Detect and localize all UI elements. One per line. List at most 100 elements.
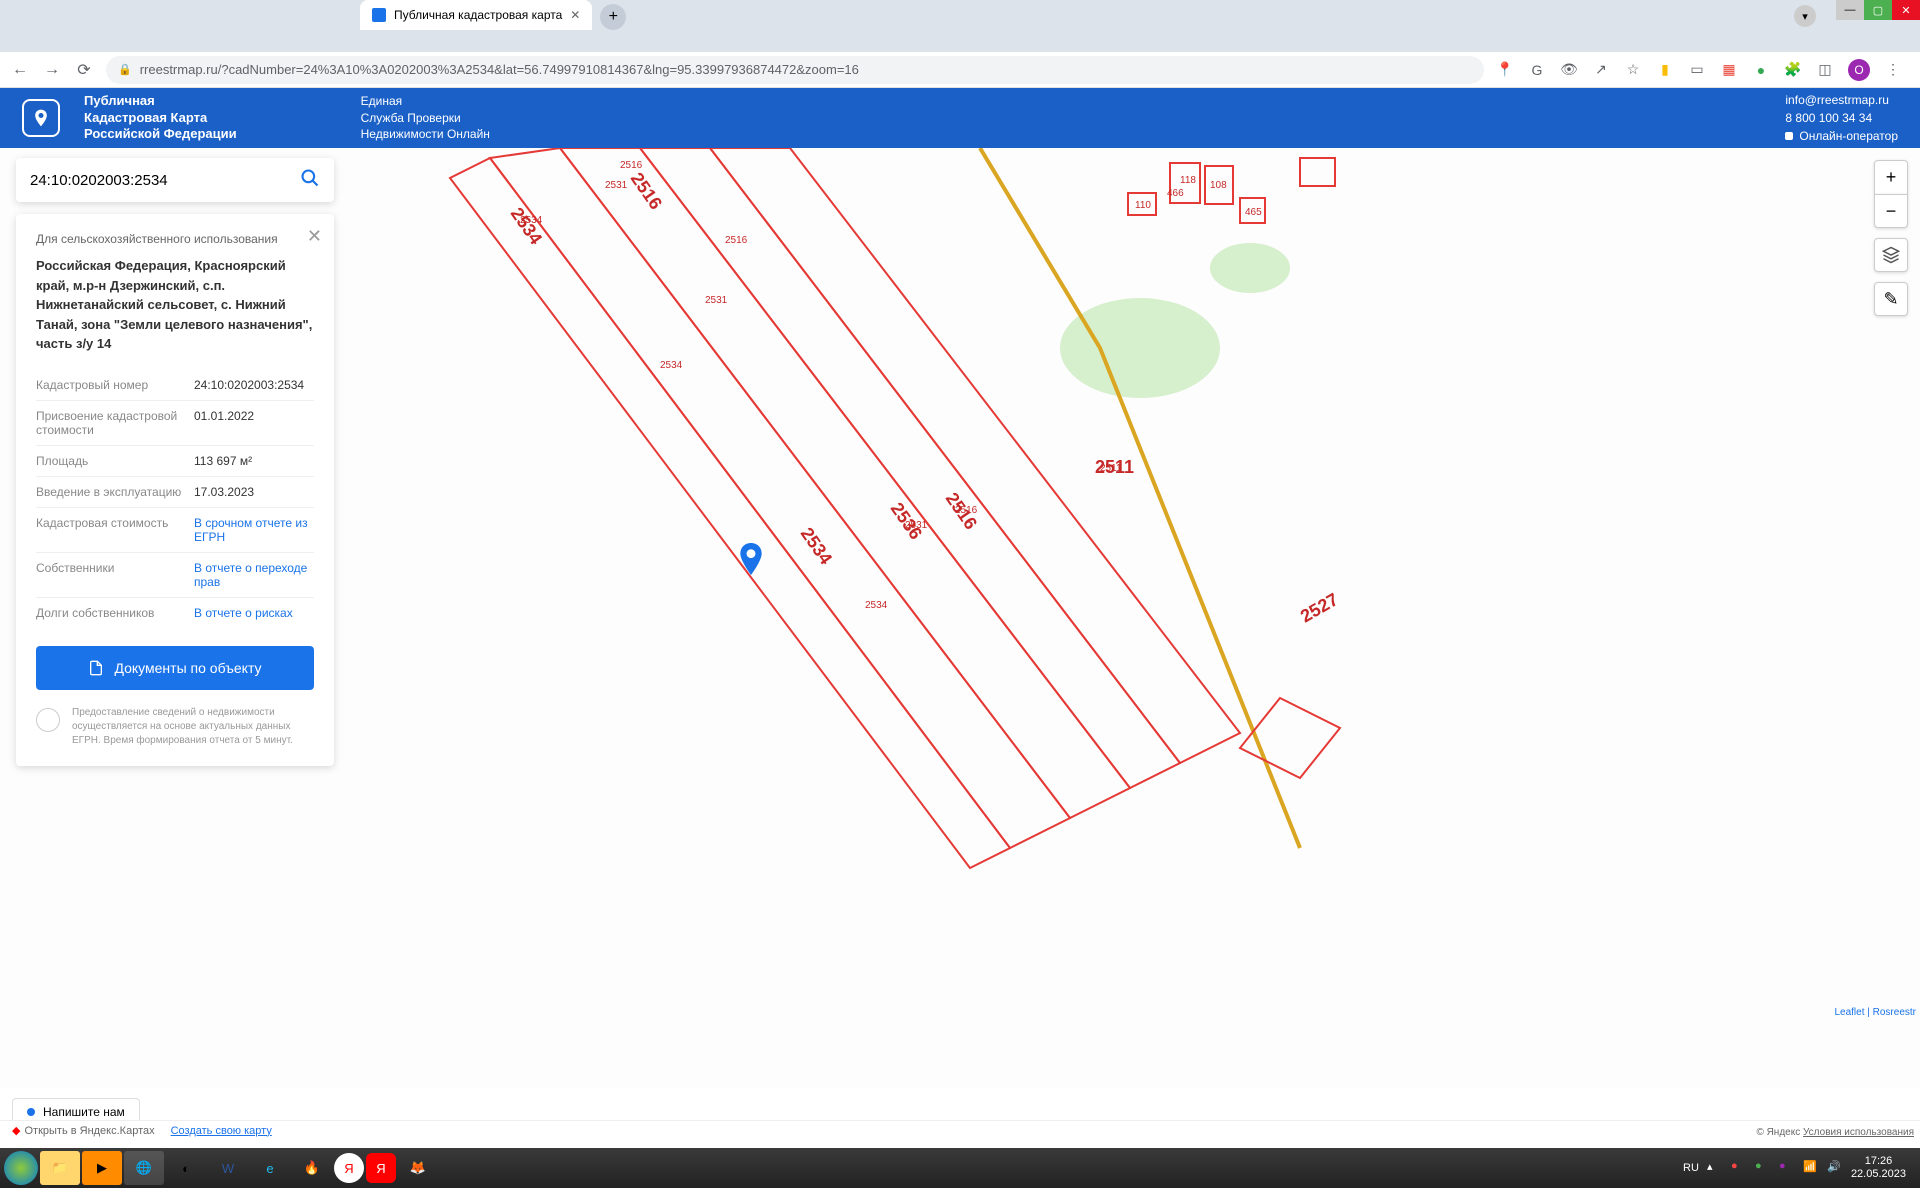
contact-phone: 8 800 100 34 34 (1785, 109, 1898, 127)
info-row: СобственникиВ отчете о переходе прав (36, 552, 314, 597)
info-value: 17.03.2023 (194, 485, 254, 499)
chevron-down-icon[interactable]: ▾ (1794, 5, 1816, 27)
edit-button[interactable]: ✎ (1874, 282, 1908, 316)
explorer-icon[interactable]: 📁 (40, 1151, 80, 1185)
app1-icon[interactable]: ◐ (166, 1151, 206, 1185)
location-icon[interactable]: 📍 (1496, 61, 1514, 79)
disclaimer: Предоставление сведений о недвижимости о… (36, 706, 314, 748)
clock[interactable]: 17:26 22.05.2023 (1851, 1155, 1906, 1181)
network-icon[interactable]: 📶 (1803, 1160, 1819, 1176)
close-panel-icon[interactable]: ✕ (307, 226, 322, 247)
info-label: Собственники (36, 561, 194, 589)
app3-icon[interactable]: Я (366, 1153, 396, 1183)
puzzle-icon[interactable]: 🧩 (1784, 61, 1802, 79)
share-icon[interactable]: ↗ (1592, 61, 1610, 79)
contact-email[interactable]: info@rreestrmap.ru (1785, 91, 1898, 109)
site-contact: info@rreestrmap.ru 8 800 100 34 34 Онлай… (1785, 91, 1898, 145)
forward-icon[interactable]: → (42, 60, 62, 80)
ext3-icon[interactable]: ▦ (1720, 61, 1738, 79)
window-close-button[interactable]: ✕ (1892, 0, 1920, 20)
yandex-overlay: ◆ Открыть в Яндекс.Картах Создать свою к… (0, 1120, 1920, 1140)
info-link[interactable]: В отчете о переходе прав (194, 561, 314, 589)
info-link[interactable]: В срочном отчете из ЕГРН (194, 516, 314, 544)
svg-text:465: 465 (1245, 207, 1262, 218)
site-title: Публичная Кадастровая Карта Российской Ф… (84, 93, 237, 144)
start-button[interactable] (4, 1151, 38, 1185)
info-panel: ✕ Для сельскохозяйственного использовани… (16, 214, 334, 766)
new-tab-button[interactable]: + (600, 4, 626, 30)
close-tab-icon[interactable]: ✕ (570, 8, 580, 22)
ext1-icon[interactable]: ▮ (1656, 61, 1674, 79)
profile-avatar[interactable]: O (1848, 59, 1870, 81)
info-link[interactable]: В отчете о рисках (194, 606, 293, 620)
svg-text:2534: 2534 (660, 360, 683, 371)
search-input[interactable] (30, 172, 300, 189)
info-row: Кадастровая стоимостьВ срочном отчете из… (36, 507, 314, 552)
documents-button[interactable]: Документы по объекту (36, 646, 314, 690)
info-label: Кадастровый номер (36, 378, 194, 392)
word-icon[interactable]: W (208, 1151, 248, 1185)
svg-text:2531: 2531 (905, 520, 928, 531)
map-marker-icon (740, 543, 762, 578)
svg-text:110: 110 (1135, 200, 1151, 211)
tray-up-icon[interactable]: ▴ (1707, 1160, 1723, 1176)
favicon-icon (372, 8, 386, 22)
reload-icon[interactable]: ⟳ (74, 60, 94, 80)
ie-icon[interactable]: e (250, 1151, 290, 1185)
tray-app2-icon[interactable]: ● (1755, 1160, 1771, 1176)
volume-icon[interactable]: 🔊 (1827, 1160, 1843, 1176)
svg-text:2531: 2531 (605, 180, 628, 191)
media-player-icon[interactable]: ▶ (82, 1151, 122, 1185)
search-box (16, 158, 334, 202)
lock-icon: 🔒 (118, 63, 132, 76)
info-row: Площадь113 697 м² (36, 445, 314, 476)
zoom-out-button[interactable]: − (1874, 194, 1908, 228)
menu-icon[interactable]: ⋮ (1884, 61, 1902, 79)
google-icon[interactable]: G (1528, 61, 1546, 79)
chrome-icon[interactable]: 🌐 (124, 1151, 164, 1185)
svg-text:118: 118 (1180, 175, 1196, 186)
online-operator[interactable]: Онлайн-оператор (1785, 127, 1898, 145)
open-in-yandex-link[interactable]: ◆ Открыть в Яндекс.Картах (12, 1124, 155, 1137)
tray-app3-icon[interactable]: ● (1779, 1160, 1795, 1176)
svg-text:2516: 2516 (725, 235, 748, 246)
panel-icon[interactable]: ◫ (1816, 61, 1834, 79)
url-input[interactable]: 🔒 rreestrmap.ru/?cadNumber=24%3A10%3A020… (106, 56, 1484, 84)
zoom-in-button[interactable]: + (1874, 160, 1908, 194)
info-label: Площадь (36, 454, 194, 468)
ext2-icon[interactable]: ▭ (1688, 61, 1706, 79)
info-address: Российская Федерация, Красноярский край,… (36, 256, 314, 354)
window-maximize-button[interactable]: ▢ (1864, 0, 1892, 20)
info-value: 24:10:0202003:2534 (194, 378, 304, 392)
url-text: rreestrmap.ru/?cadNumber=24%3A10%3A02020… (140, 62, 859, 77)
app2-icon[interactable]: 🔥 (292, 1151, 332, 1185)
back-icon[interactable]: ← (10, 60, 30, 80)
star-icon[interactable]: ☆ (1624, 61, 1642, 79)
chat-dot-icon (27, 1108, 35, 1116)
info-row: Присвоение кадастровой стоимости01.01.20… (36, 400, 314, 445)
online-dot-icon (1785, 132, 1793, 140)
taskbar: 📁 ▶ 🌐 ◐ W e 🔥 Я Я 🦊 RU ▴ ● ● ● 📶 🔊 17:26… (0, 1148, 1920, 1188)
search-icon[interactable] (300, 168, 320, 193)
info-label: Кадастровая стоимость (36, 516, 194, 544)
browser-tab[interactable]: Публичная кадастровая карта ✕ (360, 0, 592, 30)
ext4-icon[interactable]: ● (1752, 61, 1770, 79)
info-category: Для сельскохозяйственного использования (36, 232, 314, 246)
window-minimize-button[interactable]: — (1836, 0, 1864, 20)
info-row: Долги собственниковВ отчете о рисках (36, 597, 314, 628)
svg-text:2516: 2516 (955, 505, 978, 516)
layers-button[interactable] (1874, 238, 1908, 272)
firefox-icon[interactable]: 🦊 (398, 1151, 438, 1185)
eye-off-icon[interactable]: 👁 (1560, 61, 1578, 79)
tab-title: Публичная кадастровая карта (394, 8, 562, 22)
create-map-link[interactable]: Создать свою карту (171, 1125, 272, 1137)
svg-text:466: 466 (1167, 188, 1184, 199)
address-bar: ← → ⟳ 🔒 rreestrmap.ru/?cadNumber=24%3A10… (0, 52, 1920, 88)
yandex-terms-link[interactable]: Условия использования (1803, 1127, 1914, 1138)
logo-icon (22, 99, 60, 137)
globe-icon (36, 708, 60, 732)
yandex-icon[interactable]: Я (334, 1153, 364, 1183)
lang-indicator[interactable]: RU (1683, 1162, 1699, 1174)
tray-app1-icon[interactable]: ● (1731, 1160, 1747, 1176)
info-value: 01.01.2022 (194, 409, 254, 437)
